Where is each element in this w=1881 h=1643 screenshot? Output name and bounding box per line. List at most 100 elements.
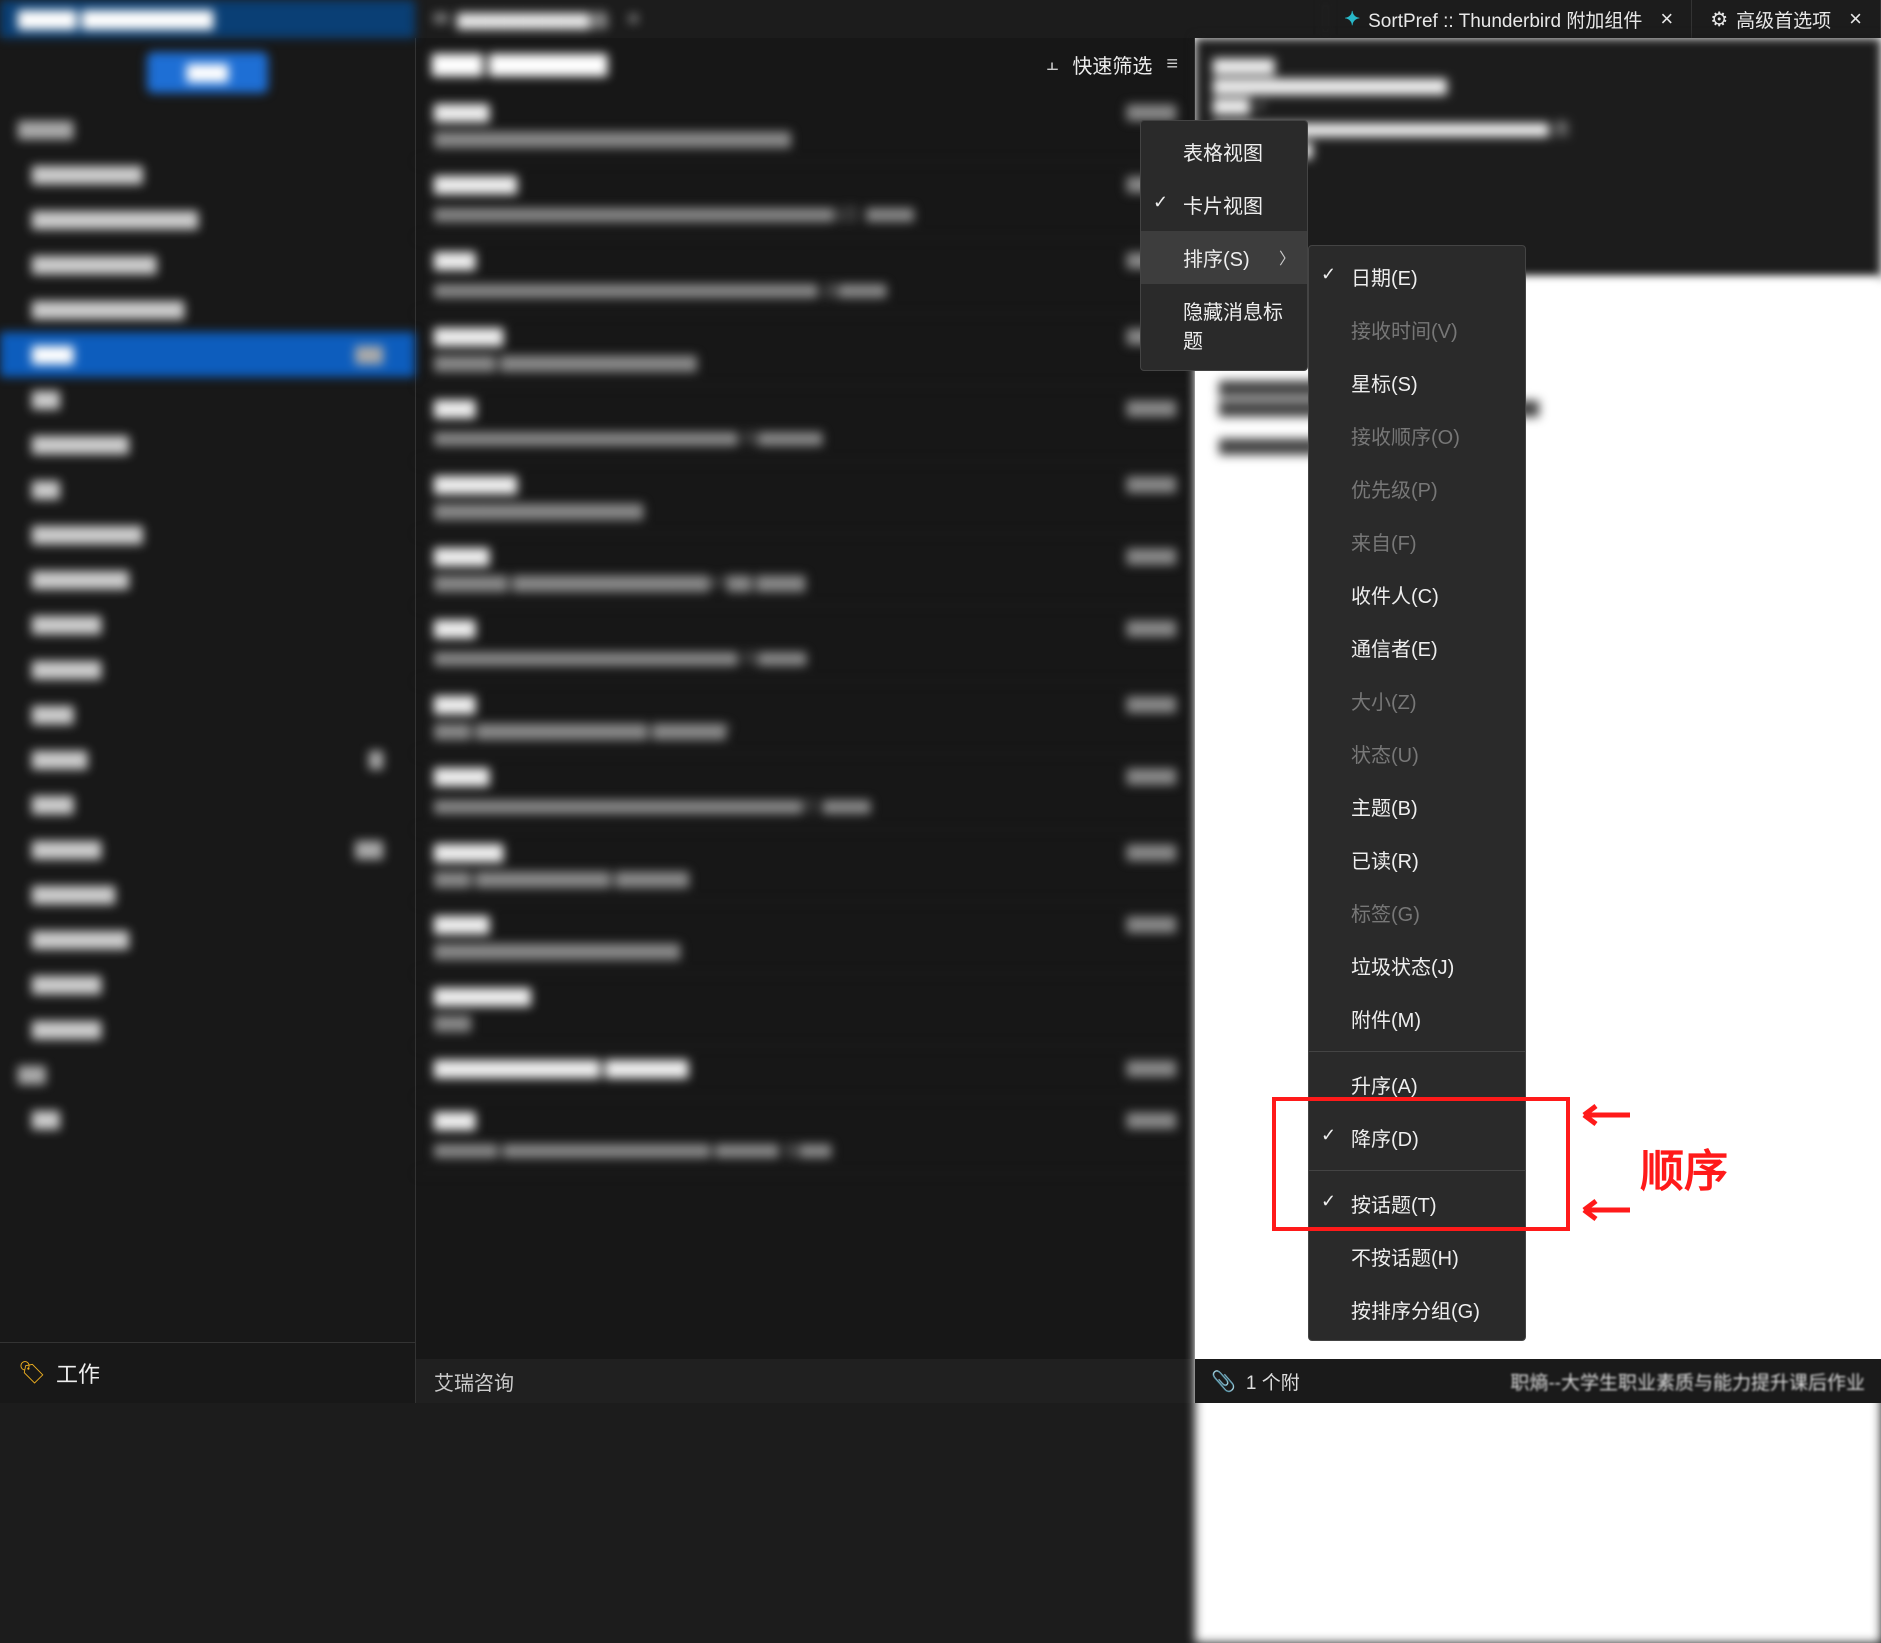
addon-icon: ✦ xyxy=(1344,8,1360,31)
folder-item[interactable]: ▇▇▇▇▇▇▇▇▇ xyxy=(0,242,415,287)
folder-title: ▇▇▇ ▇▇▇▇▇▇▇ xyxy=(432,51,1032,77)
message-row[interactable]: ▇▇▇▇▇▇▇▇▇▇▇▇▇▇▇▇▇▇▇▇▇▇▇▇▇▇▇▇▇▇▇▇▇▇▇记】▇▇▇ xyxy=(416,162,1194,238)
sort-junk[interactable]: 垃圾状态(J) xyxy=(1309,939,1525,992)
local-header: ▇▇ xyxy=(0,1052,415,1097)
filter-icon[interactable]: ⫠ xyxy=(1046,53,1058,76)
annotation-label: 顺序 xyxy=(1640,1135,1728,1199)
folder-item[interactable]: ▇▇▇▇▇▇▇▇ xyxy=(0,512,415,557)
sort-date[interactable]: ✓日期(E) xyxy=(1309,250,1525,303)
sort-submenu: ✓日期(E) 接收时间(V) 星标(S) 接收顺序(O) 优先级(P) 来自(F… xyxy=(1308,245,1526,1341)
message-row[interactable]: ▇▇▇▇▇▇▇▇▇▇▇ ▇▇▇▇▇▇▇▇▇▇▇▇▇ ▇▇▇▇ 宝▇▇ xyxy=(416,1098,1194,1174)
close-icon[interactable]: × xyxy=(627,6,640,32)
tags-row[interactable]: 🏷 工作 xyxy=(0,1342,415,1403)
quick-search-footer[interactable]: 艾瑞咨询 xyxy=(416,1359,1194,1403)
menu-item-sort[interactable]: 排序(S)〉 xyxy=(1141,231,1307,284)
sort-correspondent[interactable]: 通信者(E) xyxy=(1309,621,1525,674)
message-row[interactable]: ▇▇▇▇▇▇▇▇▇▇▇▇▇▇ ▇▇▇▇▇▇▇▇▇▇▇▇▇▇▇▇47▇▇ ▇▇▇▇ xyxy=(416,534,1194,606)
message-row[interactable]: ▇▇▇▇▇▇▇▇▇▇▇▇▇▇▇▇▇▇▇▇▇▇▇▇▇▇▇▇▇▇▇ 选▇▇▇ xyxy=(416,238,1194,314)
close-icon[interactable]: × xyxy=(1660,6,1673,32)
message-row[interactable]: ▇▇▇▇▇▇▇▇▇▇▇▇ ▇▇▇▇▇▇▇▇▇▇▇ ▇▇▇▇▇▇ xyxy=(416,830,1194,902)
sort-subject[interactable]: 主题(B) xyxy=(1309,780,1525,833)
folder-item[interactable]: ▇▇▇▇▇▇▇▇ xyxy=(0,152,415,197)
message-row[interactable]: ▇▇▇▇▇▇▇▇▇▇ xyxy=(416,974,1194,1046)
check-icon: ✓ xyxy=(1321,1125,1336,1146)
sort-ascending[interactable]: 升序(A) xyxy=(1309,1058,1525,1111)
tab-primary[interactable]: ▇▇▇▇ ▇▇▇▇▇▇▇▇▇ xyxy=(0,0,415,38)
message-list-pane: ▇▇▇ ▇▇▇▇▇▇▇ ⫠ 快速筛选 ≡ ▇▇▇▇▇▇▇▇▇▇▇▇▇▇▇▇▇▇▇… xyxy=(415,38,1195,1403)
folder-item[interactable]: ▇▇▇▇▇▇▇ xyxy=(0,557,415,602)
annotation-arrow-icon xyxy=(1572,1195,1632,1225)
sort-received-time[interactable]: 接收时间(V) xyxy=(1309,303,1525,356)
sort-size[interactable]: 大小(Z) xyxy=(1309,674,1525,727)
menu-item-card-view[interactable]: ✓卡片视图 xyxy=(1141,178,1307,231)
menu-separator xyxy=(1309,1051,1525,1052)
message-row[interactable]: ▇▇▇▇▇▇▇▇▇▇▇▇▇▇▇▇▇▇▇▇▇▇▇▇▇▇▇ xyxy=(416,462,1194,534)
menu-item-table-view[interactable]: 表格视图 xyxy=(1141,125,1307,178)
check-icon: ✓ xyxy=(1321,1191,1336,1212)
folder-item[interactable]: ▇▇▇▇▇▇▇ xyxy=(0,917,415,962)
tab-bar: ▇▇▇▇ ▇▇▇▇▇▇▇▇▇ ✉▇▇▇▇▇▇▇器 × ✦ SortPref ::… xyxy=(0,0,1881,38)
message-row[interactable]: ▇▇▇▇▇▇▇▇▇▇▇▇▇▇▇▇▇▇▇▇▇▇▇▇▇▇▇▇▇▇▇行 ▇▇▇ xyxy=(416,754,1194,830)
sort-status[interactable]: 状态(U) xyxy=(1309,727,1525,780)
view-options-icon[interactable]: ≡ xyxy=(1166,53,1178,76)
quick-filter-button[interactable]: 快速筛选 xyxy=(1072,50,1152,79)
folder-item[interactable]: ▇▇▇▇▇ xyxy=(0,962,415,1007)
check-icon: ✓ xyxy=(1153,192,1168,213)
check-icon: ✓ xyxy=(1321,264,1336,285)
sort-recipient[interactable]: 收件人(C) xyxy=(1309,568,1525,621)
sort-grouped[interactable]: 按排序分组(G) xyxy=(1309,1283,1525,1336)
folder-item[interactable]: ▇▇ xyxy=(0,377,415,422)
folder-item[interactable]: ▇▇▇▇▇ xyxy=(0,1007,415,1052)
message-row[interactable]: ▇▇▇▇▇▇▇▇▇▇▇▇▇▇▇▇▇▇▇▇▇▇▇▇▇▇ 均▇▇▇▇ xyxy=(416,386,1194,462)
message-list[interactable]: ▇▇▇▇▇▇▇▇▇▇▇▇▇▇▇▇▇▇▇▇▇▇▇▇▇▇▇▇▇▇▇▇▇▇▇▇▇ ▇▇… xyxy=(416,90,1194,1359)
folder-item[interactable]: ▇▇▇▇▇ xyxy=(0,737,415,782)
folder-item[interactable]: ▇▇ xyxy=(0,467,415,512)
sort-descending[interactable]: ✓降序(D) xyxy=(1309,1111,1525,1164)
folder-item[interactable]: ▇▇▇▇▇▇ xyxy=(0,872,415,917)
folder-item[interactable]: ▇▇ xyxy=(0,1097,415,1142)
annotation-arrow-icon xyxy=(1572,1100,1632,1130)
sort-from[interactable]: 来自(F) xyxy=(1309,515,1525,568)
tag-label: 工作 xyxy=(56,1357,100,1389)
folder-item[interactable]: ▇▇▇▇▇ xyxy=(0,647,415,692)
message-row[interactable]: ▇▇▇▇▇▇▇▇▇▇▇▇▇▇▇▇▇▇▇▇▇▇▇▇▇▇▇▇ xyxy=(416,902,1194,974)
message-row[interactable]: ▇▇▇▇▇▇▇▇▇▇▇▇▇▇▇▇▇▇▇▇▇▇▇▇▇▇▇▇▇▇▇▇▇▇▇▇▇ xyxy=(416,90,1194,162)
message-row[interactable]: ▇▇▇▇▇▇▇▇▇▇▇▇▇▇ ▇▇▇▇▇▇▇▇▇▇▇▇▇▇▇▇ xyxy=(416,314,1194,386)
menu-separator xyxy=(1309,1170,1525,1171)
sort-star[interactable]: 星标(S) xyxy=(1309,356,1525,409)
accounts-header: ▇▇▇▇ xyxy=(0,107,415,152)
folder-item[interactable]: ▇▇▇▇▇▇▇ xyxy=(0,827,415,872)
attachment-bar[interactable]: 📎 1 个附 职熵--大学生职业素质与能力提升课后作业 xyxy=(1195,1359,1881,1403)
attachment-filename[interactable]: 职熵--大学生职业素质与能力提升课后作业 xyxy=(1510,1368,1865,1395)
folder-item[interactable]: ▇▇▇▇▇ xyxy=(0,602,415,647)
sort-tags[interactable]: 标签(G) xyxy=(1309,886,1525,939)
folder-item[interactable]: ▇▇▇▇▇▇▇▇▇▇▇ xyxy=(0,287,415,332)
tab-advanced-prefs[interactable]: ⚙ 高级首选项 × xyxy=(1692,0,1881,38)
view-options-menu: 表格视图 ✓卡片视图 排序(S)〉 隐藏消息标题 xyxy=(1140,120,1308,371)
folder-item-active[interactable]: ▇▇▇▇▇ xyxy=(0,332,415,377)
tab-addon-sortpref[interactable]: ✦ SortPref :: Thunderbird 附加组件 × xyxy=(1326,0,1692,38)
message-row[interactable]: ▇▇▇▇▇▇▇▇▇▇▇▇▇▇▇▇▇▇▇▇▇▇▇▇▇▇ 均▇▇▇ xyxy=(416,606,1194,682)
chevron-right-icon: 〉 xyxy=(1279,245,1295,269)
gear-icon: ⚙ xyxy=(1710,7,1728,32)
folder-sidebar: ▇▇▇ ▇▇▇▇ ▇▇▇▇▇▇▇▇ ▇▇▇▇▇▇▇▇▇▇▇▇ ▇▇▇▇▇▇▇▇▇… xyxy=(0,38,415,1403)
message-row[interactable]: ▇▇▇▇▇▇▇▇▇▇▇▇▇▇▇▇ ▇▇▇▇▇▇ xyxy=(416,1046,1194,1098)
sort-attachment[interactable]: 附件(M) xyxy=(1309,992,1525,1045)
sort-unthreaded[interactable]: 不按话题(H) xyxy=(1309,1230,1525,1283)
paperclip-icon: 📎 xyxy=(1211,1369,1236,1394)
attachment-count: 1 个附 xyxy=(1246,1368,1300,1395)
compose-button[interactable]: ▇▇▇ xyxy=(147,52,269,93)
tag-icon: 🏷 xyxy=(18,1360,46,1386)
folder-item[interactable]: ▇▇▇▇▇▇▇ xyxy=(0,422,415,467)
sort-received-order[interactable]: 接收顺序(O) xyxy=(1309,409,1525,462)
folder-item[interactable]: ▇▇▇▇▇▇▇▇▇▇▇▇ xyxy=(0,197,415,242)
menu-item-hide-header[interactable]: 隐藏消息标题 xyxy=(1141,284,1307,366)
sort-priority[interactable]: 优先级(P) xyxy=(1309,462,1525,515)
message-row[interactable]: ▇▇▇▇▇▇▇▇▇▇ ▇▇▇▇▇▇▇▇▇▇▇▇▇▇ ▇▇▇▇▇▇" xyxy=(416,682,1194,754)
folder-item[interactable]: ▇▇▇ xyxy=(0,782,415,827)
sort-threaded[interactable]: ✓按话题(T) xyxy=(1309,1177,1525,1230)
folder-item[interactable]: ▇▇▇ xyxy=(0,692,415,737)
tab-mail[interactable]: ✉▇▇▇▇▇▇▇器 × xyxy=(415,0,1326,38)
sort-read[interactable]: 已读(R) xyxy=(1309,833,1525,886)
close-icon[interactable]: × xyxy=(1849,6,1862,32)
